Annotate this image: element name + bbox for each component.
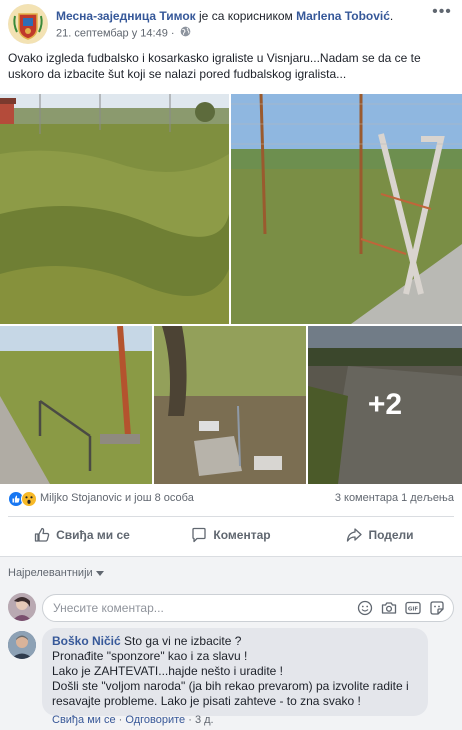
emoji-icon[interactable] bbox=[357, 600, 373, 616]
photo-goalpost[interactable] bbox=[231, 94, 462, 324]
more-photos-count[interactable]: +2 bbox=[308, 326, 462, 484]
comment-bubble: Boško Ničić Sto ga vi ne izbacite ? Pron… bbox=[42, 628, 428, 716]
camera-icon[interactable] bbox=[381, 600, 397, 616]
photo-grass-field[interactable] bbox=[0, 94, 229, 324]
comment-sort-dropdown[interactable]: Најрелевантнији bbox=[8, 567, 104, 579]
comment-age[interactable]: 3 д. bbox=[195, 714, 214, 726]
commenter-avatar[interactable] bbox=[8, 631, 36, 659]
photo-path-more[interactable]: +2 bbox=[308, 326, 462, 484]
comment-button-label: Коментар bbox=[213, 528, 271, 542]
sort-label: Најрелевантнији bbox=[8, 567, 93, 579]
comment-line-3: Lako je ZAHTEVATI...hajde nešto i uradit… bbox=[52, 664, 283, 678]
comment-bubble-icon bbox=[192, 527, 207, 543]
meta-separator: · bbox=[170, 27, 175, 40]
action-bar: Свиђа ми се Коментар Подели bbox=[8, 516, 454, 552]
with-text: је са корисником bbox=[199, 9, 293, 23]
like-button[interactable]: Свиђа ми се bbox=[8, 517, 156, 553]
page-name-link[interactable]: Месна-заједница Тимок bbox=[56, 9, 196, 23]
comment-line-4: Došli ste "voljom naroda" (ja bih rekao … bbox=[52, 679, 409, 708]
comment-composer: GIF bbox=[42, 594, 454, 622]
share-button[interactable]: Подели bbox=[306, 517, 454, 553]
photo-grid: +2 bbox=[0, 94, 462, 484]
gif-icon[interactable]: GIF bbox=[405, 600, 421, 616]
comment-action-dot-2: · bbox=[188, 714, 192, 726]
comment-share-counts[interactable]: 3 коментара 1 дељења bbox=[335, 492, 454, 504]
reaction-names[interactable]: Miljko Stojanovic и још 8 особа bbox=[40, 492, 194, 504]
comment-actions: Свиђа ми се · Одговорите · 3 д. bbox=[52, 714, 214, 726]
tagged-suffix: . bbox=[389, 9, 394, 23]
comment-reply-link[interactable]: Одговорите bbox=[125, 714, 185, 726]
share-arrow-icon bbox=[347, 528, 363, 542]
post-author-line: Месна-заједница Тимок је са корисником M… bbox=[56, 8, 436, 24]
wow-icon bbox=[21, 491, 37, 507]
post-header: Месна-заједница Тимок је са корисником M… bbox=[8, 4, 454, 44]
comment-author-link[interactable]: Boško Ničić bbox=[52, 634, 121, 648]
globe-icon[interactable] bbox=[180, 26, 191, 41]
comment-action-dot-1: · bbox=[118, 714, 123, 726]
svg-text:GIF: GIF bbox=[408, 607, 419, 613]
like-button-label: Свиђа ми се bbox=[56, 528, 130, 542]
reactions-summary: Miljko Stojanovic и још 8 особа 3 комент… bbox=[8, 490, 454, 508]
composer-icons: GIF bbox=[357, 600, 445, 616]
viewer-avatar[interactable] bbox=[8, 593, 36, 621]
comment-input[interactable] bbox=[53, 595, 333, 621]
post-text: Ovako izgleda fudbalsko i kosarkasko igr… bbox=[8, 51, 421, 81]
comment-like-link[interactable]: Свиђа ми се bbox=[52, 714, 116, 726]
post-timestamp[interactable]: 21. септембар у 14:49 bbox=[56, 27, 168, 39]
post-meta: 21. септембар у 14:49 · bbox=[56, 26, 191, 41]
more-options-icon[interactable]: ••• bbox=[432, 4, 452, 22]
photo-concrete-block[interactable] bbox=[154, 326, 306, 484]
comment-line-2: Pronađite "sponzore" kao i za slavu ! bbox=[52, 649, 248, 663]
reaction-icons[interactable] bbox=[8, 491, 38, 507]
sticker-icon[interactable] bbox=[429, 600, 445, 616]
tagged-user-link[interactable]: Marlena Tobović bbox=[296, 9, 390, 23]
comments-section: Најрелевантнији GIF bbox=[0, 556, 462, 730]
photo-fence-pole[interactable] bbox=[0, 326, 152, 484]
caret-down-icon bbox=[95, 570, 104, 576]
comment-button[interactable]: Коментар bbox=[157, 517, 305, 553]
comment-line-1: Sto ga vi ne izbacite ? bbox=[124, 634, 242, 648]
share-button-label: Подели bbox=[368, 528, 414, 542]
page-avatar[interactable] bbox=[8, 4, 48, 44]
thumbs-up-icon bbox=[34, 527, 50, 542]
